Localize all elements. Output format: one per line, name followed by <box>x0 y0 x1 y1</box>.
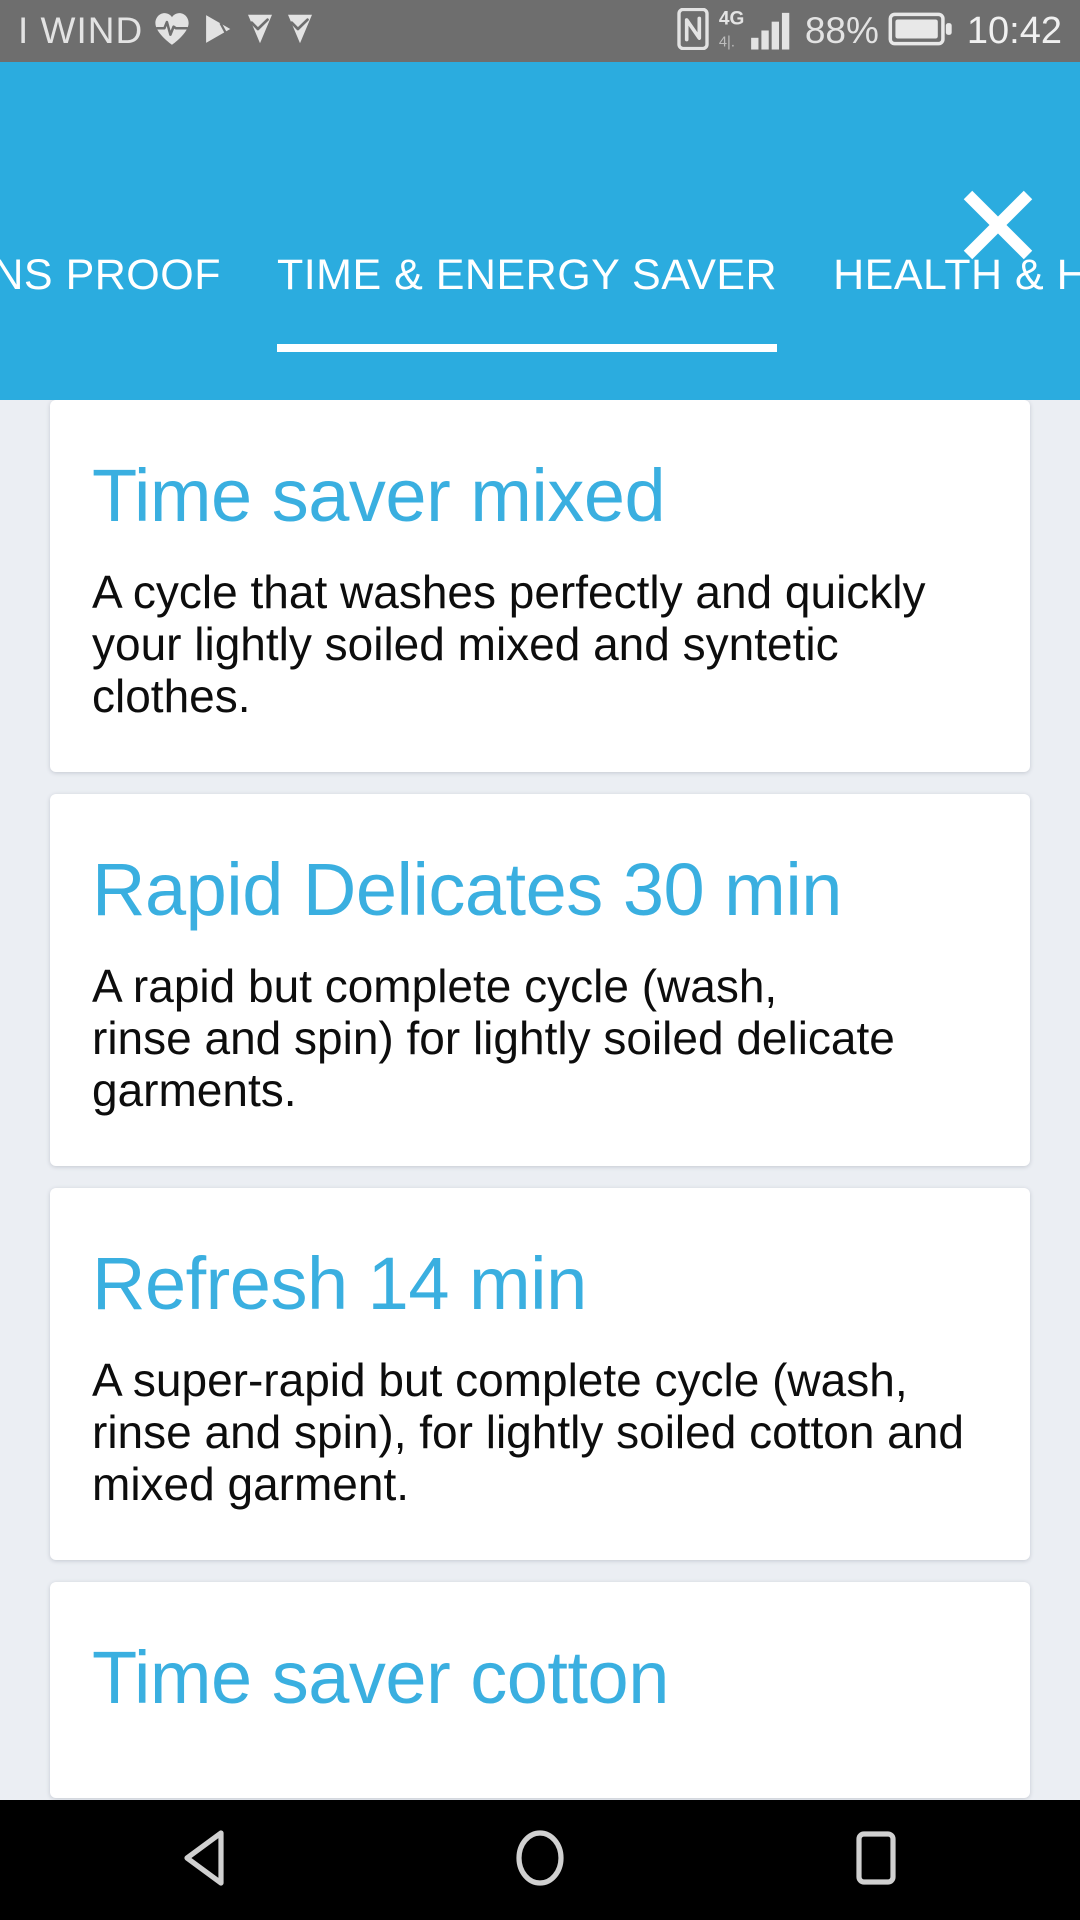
tab-underline-active <box>276 344 778 352</box>
battery-percent-label: 88% <box>804 10 879 51</box>
home-circle-icon <box>514 1829 566 1892</box>
status-bar: I WIND 4G 4|. 88% 10:42 <box>0 0 1080 62</box>
tab-label: TIME & ENERGY SAVER <box>276 251 778 299</box>
list-item[interactable]: Refresh 14 min A super-rapid but complet… <box>50 1188 1030 1560</box>
program-title: Time saver mixed <box>92 454 666 537</box>
battery-icon <box>888 10 954 53</box>
description-line: your lightly soiled mixed and syntetic <box>92 618 839 670</box>
description-line: clothes. <box>92 670 251 722</box>
program-description: A rapid but complete cycle (wash, rinse … <box>92 960 988 1116</box>
tab-label: STAINS PROOF <box>0 251 221 299</box>
app-header: STAINS PROOF TIME & ENERGY SAVER HEALTH … <box>0 62 1080 400</box>
download-icon <box>245 11 275 52</box>
tab-health-and-hygiene[interactable]: HEALTH & HYGIENE <box>805 240 1080 400</box>
android-navigation-bar <box>0 1800 1080 1920</box>
program-list[interactable]: Time saver mixed A cycle that washes per… <box>0 400 1080 1860</box>
description-line: garments. <box>92 1064 297 1116</box>
list-item[interactable]: Time saver cotton <box>50 1582 1030 1798</box>
program-title: Rapid Delicates 30 min <box>92 848 842 931</box>
back-triangle-icon <box>177 1829 231 1892</box>
program-title: Time saver cotton <box>92 1636 669 1719</box>
svg-text:4G: 4G <box>719 8 744 29</box>
description-line: rinse and spin) for lightly soiled delic… <box>92 1012 895 1064</box>
download-icon <box>285 11 315 52</box>
status-bar-left: I WIND <box>18 10 315 52</box>
tab-stains-proof[interactable]: STAINS PROOF <box>0 240 249 400</box>
tab-time-and-energy-saver[interactable]: TIME & ENERGY SAVER <box>249 240 805 400</box>
status-bar-right: 4G 4|. 88% 10:42 <box>677 7 1062 56</box>
program-description: A cycle that washes perfectly and quickl… <box>92 566 988 722</box>
program-description: A super-rapid but complete cycle (wash, … <box>92 1354 988 1510</box>
clock-label: 10:42 <box>966 9 1062 52</box>
description-line: A super-rapid but complete cycle (wash, <box>92 1354 908 1406</box>
description-line: mixed garment. <box>92 1458 410 1510</box>
tab-label: HEALTH & HYGIENE <box>833 251 1080 299</box>
carrier-label: I WIND <box>18 10 144 51</box>
recents-button[interactable] <box>828 1812 924 1908</box>
home-button[interactable] <box>492 1812 588 1908</box>
svg-text:4|.: 4|. <box>719 34 735 50</box>
description-line: A cycle that washes perfectly and quickl… <box>92 566 926 618</box>
list-item[interactable]: Time saver mixed A cycle that washes per… <box>50 400 1030 772</box>
tab-strip[interactable]: STAINS PROOF TIME & ENERGY SAVER HEALTH … <box>0 240 1080 400</box>
list-item[interactable]: Rapid Delicates 30 min A rapid but compl… <box>50 794 1030 1166</box>
description-line: A rapid but complete cycle (wash, <box>92 960 778 1012</box>
heart-rate-icon <box>153 11 191 52</box>
nfc-icon <box>677 7 709 55</box>
program-title: Refresh 14 min <box>92 1242 587 1325</box>
play-store-icon <box>201 11 235 52</box>
recents-square-icon <box>855 1830 897 1891</box>
signal-bars-icon: 4G 4|. <box>718 7 796 56</box>
description-line: rinse and spin), for lightly soiled cott… <box>92 1406 964 1458</box>
back-button[interactable] <box>156 1812 252 1908</box>
app-screen: I WIND 4G 4|. 88% 10:42 NS PROOF TIME & … <box>0 0 1080 1920</box>
